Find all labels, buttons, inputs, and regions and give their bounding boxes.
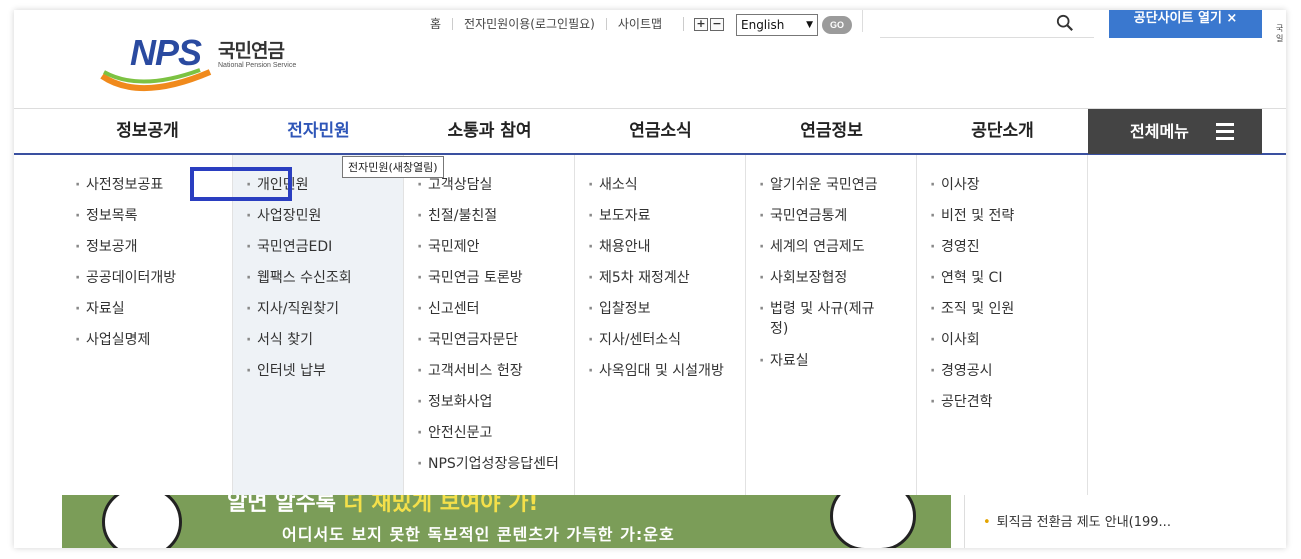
menu-item[interactable]: 입찰정보 — [575, 299, 745, 330]
menu-item[interactable]: 국민연금자문단 — [404, 330, 574, 361]
util-link-home[interactable]: 홈 — [419, 18, 452, 30]
all-menu-button[interactable]: 전체메뉴 — [1088, 109, 1262, 154]
zoom-out-button[interactable]: − — [710, 17, 725, 31]
menu-item[interactable]: 지사/센터소식 — [575, 330, 745, 361]
menu-item[interactable]: 국민연금EDI — [233, 237, 403, 268]
menu-item[interactable]: 사옥임대 및 시설개방 — [575, 361, 745, 392]
menu-col-communication: 고객상담실 친절/불친절 국민제안 국민연금 토론방 신고센터 국민연금자문단 … — [404, 155, 575, 495]
family-site-button[interactable]: 공단사이트 열기 × — [1109, 10, 1262, 38]
notice-item[interactable]: • 퇴직금 전환금 제도 안내(199... — [983, 511, 1171, 530]
logo-english-text: National Pension Service — [218, 62, 297, 69]
menu-item[interactable]: 공공데이터개방 — [62, 268, 232, 299]
side-notice-list: • 퇴직금 전환금 제도 안내(199... — [964, 495, 1259, 548]
focus-highlight — [190, 167, 292, 201]
menu-item[interactable]: 제5차 재정계산 — [575, 268, 745, 299]
notice-item-label: 퇴직금 전환금 제도 안내(199... — [996, 515, 1171, 530]
menu-col-about: 이사장 비전 및 전략 경영진 연혁 및 CI 조직 및 인원 이사회 경영공시… — [917, 155, 1088, 495]
menu-col-e-civil: 개인민원 사업장민원 국민연금EDI 웹팩스 수신조회 지사/직원찾기 서식 찾… — [233, 155, 404, 495]
language-select[interactable]: English ▼ — [736, 14, 818, 36]
banner-subtext: 어디서도 보지 못한 독보적인 콘텐츠가 가득한 가:운호 — [282, 525, 675, 544]
tooltip: 전자민원(새창열림) — [342, 156, 444, 178]
menu-item[interactable]: 연혁 및 CI — [917, 268, 1087, 299]
menu-item[interactable]: 정보목록 — [62, 206, 232, 237]
nav-item-communication[interactable]: 소통과 참여 — [404, 109, 575, 153]
menu-item[interactable]: 안전신문고 — [404, 423, 574, 454]
menu-item[interactable]: 조직 및 인원 — [917, 299, 1087, 330]
menu-item[interactable]: 비전 및 전략 — [917, 206, 1087, 237]
logo-korean-text: 국민연금 — [218, 40, 285, 62]
promo-banner[interactable]: 알면 알수록 더 재밌게 보여야 가! 어디서도 보지 못한 독보적인 콘텐츠가… — [62, 495, 951, 548]
character-left-image — [102, 495, 182, 548]
zoom-controls: + − — [683, 17, 725, 31]
bullet-icon: • — [983, 515, 991, 530]
menu-item[interactable]: 알기쉬운 국민연금 — [746, 175, 916, 206]
menu-item[interactable]: 웹팩스 수신조회 — [233, 268, 403, 299]
menu-item[interactable]: 이사회 — [917, 330, 1087, 361]
util-link-sitemap[interactable]: 사이트맵 — [605, 18, 673, 30]
zoom-in-button[interactable]: + — [694, 17, 709, 31]
menu-item[interactable]: 새소식 — [575, 175, 745, 206]
go-button[interactable]: GO — [822, 16, 852, 34]
chevron-down-icon: ▼ — [806, 20, 813, 30]
menu-item[interactable]: 국민연금 토론방 — [404, 268, 574, 299]
nav-item-info-disclosure[interactable]: 정보공개 — [62, 109, 233, 153]
menu-item[interactable]: 사회보장협정 — [746, 268, 916, 299]
menu-item[interactable]: 정보화사업 — [404, 392, 574, 423]
menu-item[interactable]: 서식 찾기 — [233, 330, 403, 361]
menu-item[interactable]: 경영진 — [917, 237, 1087, 268]
menu-item[interactable]: 국민연금통계 — [746, 206, 916, 237]
menu-item[interactable]: 채용안내 — [575, 237, 745, 268]
menu-item[interactable]: 국민제안 — [404, 237, 574, 268]
menu-item[interactable]: 세계의 연금제도 — [746, 237, 916, 268]
utility-links: 홈 전자민원이용(로그인필요) 사이트맵 + − — [419, 13, 725, 35]
menu-item[interactable]: 신고센터 — [404, 299, 574, 330]
menu-item[interactable]: 친절/불친절 — [404, 206, 574, 237]
banner-headline-white: 알면 알수록 — [227, 495, 344, 516]
menu-item[interactable]: 경영공시 — [917, 361, 1087, 392]
banner-headline: 알면 알수록 더 재밌게 보여야 가! — [227, 495, 538, 517]
page-frame: NPS 국민연금 National Pension Service 홈 전자민원… — [14, 10, 1286, 548]
util-link-e-civil[interactable]: 전자민원이용(로그인필요) — [452, 18, 606, 30]
nav-item-e-civil[interactable]: 전자민원 — [233, 109, 404, 153]
language-value: English — [741, 18, 785, 32]
menu-item[interactable]: 정보공개 — [62, 237, 232, 268]
menu-col-pension-news: 새소식 보도자료 채용안내 제5차 재정계산 입찰정보 지사/센터소식 사옥임대… — [575, 155, 746, 495]
menu-item[interactable]: 지사/직원찾기 — [233, 299, 403, 330]
character-right-image — [830, 495, 916, 548]
menu-item[interactable]: 인터넷 납부 — [233, 361, 403, 392]
menu-item[interactable]: 고객서비스 헌장 — [404, 361, 574, 392]
menu-item[interactable]: 사업장민원 — [233, 206, 403, 237]
menu-item[interactable]: 자료실 — [62, 299, 232, 330]
logo[interactable]: NPS 국민연금 National Pension Service — [100, 24, 310, 94]
edge-text: 국 일 — [1276, 24, 1284, 43]
menu-item[interactable]: 공단견학 — [917, 392, 1087, 423]
mega-menu: 사전정보공표 정보목록 정보공개 공공데이터개방 자료실 사업실명제 개인민원 … — [62, 155, 1262, 495]
menu-item[interactable]: 고객상담실 — [404, 175, 574, 206]
menu-col-empty — [1088, 155, 1262, 495]
nav-item-pension-info[interactable]: 연금정보 — [746, 109, 917, 153]
menu-col-info-disclosure: 사전정보공표 정보목록 정보공개 공공데이터개방 자료실 사업실명제 — [62, 155, 233, 495]
menu-item[interactable]: 사업실명제 — [62, 330, 232, 361]
menu-item[interactable]: 보도자료 — [575, 206, 745, 237]
hamburger-icon — [1216, 123, 1236, 140]
menu-item[interactable]: 이사장 — [917, 175, 1087, 206]
main-nav: 정보공개 전자민원 소통과 참여 연금소식 연금정보 공단소개 전체메뉴 — [14, 108, 1286, 155]
banner-headline-yellow: 더 재밌게 보여야 가! — [343, 495, 539, 516]
nav-item-about[interactable]: 공단소개 — [917, 109, 1088, 153]
menu-item[interactable]: 자료실 — [746, 351, 916, 382]
menu-item[interactable]: 법령 및 사규(제규정) — [746, 299, 916, 351]
search-icon[interactable] — [1056, 14, 1074, 32]
logo-nps-text: NPS — [130, 32, 202, 73]
divider — [862, 10, 863, 32]
nav-item-pension-news[interactable]: 연금소식 — [575, 109, 746, 153]
menu-item[interactable]: NPS기업성장응답센터 — [404, 454, 574, 485]
all-menu-label: 전체메뉴 — [1130, 122, 1189, 141]
menu-col-pension-info: 알기쉬운 국민연금 국민연금통계 세계의 연금제도 사회보장협정 법령 및 사규… — [746, 155, 917, 495]
